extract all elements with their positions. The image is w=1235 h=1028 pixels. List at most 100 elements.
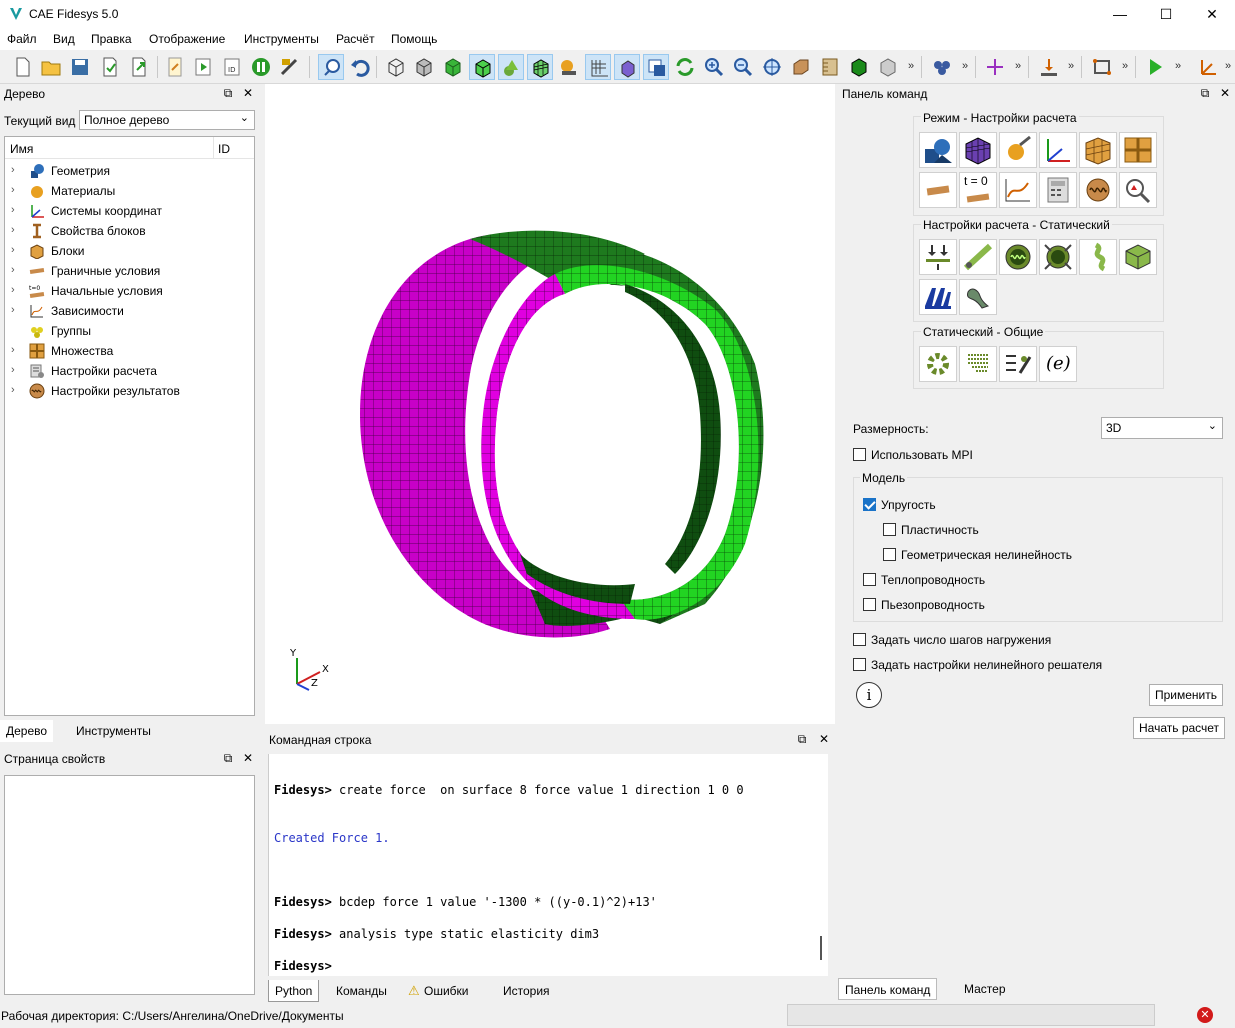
error-indicator-icon[interactable]: ✕ — [1197, 1007, 1213, 1023]
menu-display[interactable]: Отображение — [149, 32, 225, 46]
tree-item[interactable]: › Настройки результатов — [5, 381, 254, 401]
cmd-input-prompt[interactable]: Fidesys> — [274, 959, 332, 973]
geometry-shapes-icon[interactable] — [498, 54, 524, 80]
graphics-viewport[interactable]: Y X Z — [265, 84, 835, 724]
refresh-icon[interactable] — [672, 54, 698, 80]
command-line-output[interactable]: Fidesys> create force on surface 8 force… — [268, 754, 828, 976]
tree-item[interactable]: › Свойства блоков — [5, 221, 254, 241]
beam-analysis-icon[interactable] — [959, 239, 997, 275]
automechanics-icon[interactable] — [919, 279, 957, 315]
composite-icon[interactable] — [959, 279, 997, 315]
tree-item[interactable]: › Настройки расчета — [5, 361, 254, 381]
materials-mode-icon[interactable] — [999, 132, 1037, 168]
journal-icon[interactable]: ID — [219, 54, 245, 80]
toolbar-overflow-icon[interactable]: » — [908, 60, 914, 72]
boundary-conditions-mode-icon[interactable] — [919, 172, 957, 208]
run-icon[interactable] — [1142, 54, 1168, 80]
info-icon[interactable]: i — [856, 682, 882, 708]
tree-item[interactable]: › Системы координат — [5, 201, 254, 221]
float-panel-icon[interactable]: ⧉ — [1198, 86, 1212, 101]
cmd-scroll-handle[interactable] — [820, 936, 822, 960]
initial-conditions-mode-icon[interactable]: t = 0 — [959, 172, 997, 208]
results-mode-icon[interactable] — [1079, 172, 1117, 208]
tab-wizard[interactable]: Мастер — [958, 978, 1012, 1000]
tab-history[interactable]: История — [497, 980, 556, 1002]
tree-item[interactable]: › Граничные условия — [5, 261, 254, 281]
results-view-icon[interactable] — [1119, 172, 1157, 208]
close-panel-icon[interactable]: ✕ — [817, 732, 831, 746]
use-mpi-checkbox[interactable] — [853, 448, 866, 461]
plasticity-checkbox[interactable] — [883, 523, 896, 536]
select-icon[interactable] — [318, 54, 344, 80]
geom-nonlinear-checkbox[interactable] — [883, 548, 896, 561]
toolbar-overflow-icon[interactable]: » — [1068, 60, 1074, 72]
float-panel-icon[interactable]: ⧉ — [221, 86, 235, 101]
tab-tools[interactable]: Инструменты — [70, 720, 157, 742]
tab-errors[interactable]: ⚠ Ошибки — [404, 980, 475, 1002]
dimension-select[interactable]: 3D ⌄ — [1101, 417, 1223, 439]
mesh-view-icon[interactable] — [527, 54, 553, 80]
nonlinear-solver-checkbox[interactable] — [853, 658, 866, 671]
tree-item[interactable]: › Блоки — [5, 241, 254, 261]
modal-analysis-icon[interactable] — [999, 239, 1037, 275]
thermal-analysis-icon[interactable] — [1079, 239, 1117, 275]
tree-item[interactable]: › Материалы — [5, 181, 254, 201]
buckling-analysis-icon[interactable] — [1039, 239, 1077, 275]
close-panel-icon[interactable]: ✕ — [1218, 86, 1232, 100]
clipping-icon[interactable] — [643, 54, 669, 80]
chevron-right-icon[interactable]: › — [11, 304, 15, 316]
measure-icon[interactable] — [277, 54, 303, 80]
menu-help[interactable]: Помощь — [391, 32, 437, 46]
menu-file[interactable]: Файл — [7, 32, 37, 46]
menu-tools[interactable]: Инструменты — [244, 32, 319, 46]
new-file-icon[interactable] — [10, 54, 36, 80]
chevron-right-icon[interactable]: › — [11, 284, 15, 296]
geometry-mode-icon[interactable] — [919, 132, 957, 168]
chevron-right-icon[interactable]: › — [11, 184, 15, 196]
labels-icon[interactable] — [556, 54, 582, 80]
toolbar-overflow-icon[interactable]: » — [1015, 60, 1021, 72]
solver-options-icon[interactable] — [999, 346, 1037, 382]
tab-commands[interactable]: Команды — [330, 980, 393, 1002]
settings-gear-icon[interactable] — [919, 346, 957, 382]
box-view-icon[interactable] — [788, 54, 814, 80]
shaded-icon[interactable] — [440, 54, 466, 80]
float-panel-icon[interactable]: ⧉ — [795, 732, 809, 747]
close-window-button[interactable]: ✕ — [1189, 0, 1235, 28]
toolbar-overflow-icon[interactable]: » — [962, 60, 968, 72]
apply-button[interactable]: Применить — [1149, 684, 1224, 706]
tree-item[interactable]: › Множества — [5, 341, 254, 361]
elasticity-checkbox[interactable] — [863, 498, 876, 511]
dependencies-mode-icon[interactable] — [999, 172, 1037, 208]
frame-icon[interactable] — [1089, 54, 1115, 80]
blocks-mode-icon[interactable] — [1079, 132, 1117, 168]
chevron-right-icon[interactable]: › — [11, 244, 15, 256]
heat-conduction-checkbox[interactable] — [863, 573, 876, 586]
tree-item[interactable]: › Зависимости — [5, 301, 254, 321]
zoom-in-icon[interactable] — [701, 54, 727, 80]
chevron-right-icon[interactable]: › — [11, 384, 15, 396]
menu-edit[interactable]: Правка — [91, 32, 132, 46]
calculator-mode-icon[interactable] — [1039, 172, 1077, 208]
chevron-right-icon[interactable]: › — [11, 224, 15, 236]
green-cube-icon[interactable] — [846, 54, 872, 80]
run-script-icon[interactable] — [190, 54, 216, 80]
chevron-right-icon[interactable]: › — [11, 344, 15, 356]
menu-analysis[interactable]: Расчёт — [336, 32, 375, 46]
static-load-icon[interactable] — [919, 239, 957, 275]
sets-mode-icon[interactable] — [1119, 132, 1157, 168]
export-icon[interactable] — [126, 54, 152, 80]
minimize-button[interactable]: — — [1097, 0, 1143, 28]
piezo-conduction-checkbox[interactable] — [863, 598, 876, 611]
script-edit-icon[interactable] — [162, 54, 188, 80]
chevron-right-icon[interactable]: › — [11, 204, 15, 216]
tree-column-id[interactable]: ID — [218, 142, 230, 156]
wireframe-icon[interactable] — [383, 54, 409, 80]
toolbar-overflow-icon[interactable]: » — [1225, 60, 1231, 72]
mesh-mode-icon[interactable] — [959, 132, 997, 168]
perspective-icon[interactable] — [614, 54, 640, 80]
tab-command-panel[interactable]: Панель команд — [838, 978, 938, 1000]
coordinate-system-mode-icon[interactable] — [1039, 132, 1077, 168]
tree-item[interactable]: Группы — [5, 321, 254, 341]
chevron-right-icon[interactable]: › — [11, 164, 15, 176]
